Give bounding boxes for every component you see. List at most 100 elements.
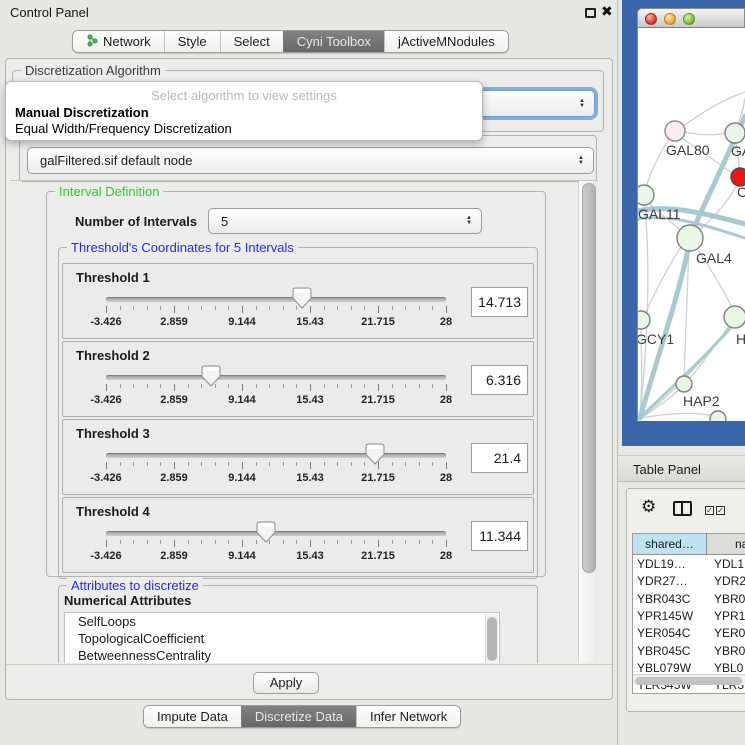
network-window-titlebar[interactable] bbox=[637, 8, 745, 28]
table-row[interactable]: YER054CYER0 bbox=[633, 625, 745, 642]
slider-tick bbox=[133, 384, 134, 388]
slider-tick-label: 21.715 bbox=[361, 394, 395, 406]
attribute-item[interactable]: SelfLoops bbox=[65, 613, 499, 630]
scrollbar-thumb[interactable] bbox=[487, 617, 497, 661]
table-data-combo[interactable]: galFiltered.sif default node ▲▼ bbox=[27, 147, 594, 174]
tab-discretize-data[interactable]: Discretize Data bbox=[241, 706, 356, 727]
threshold-value-field[interactable]: 11.344 bbox=[471, 521, 528, 551]
network-node[interactable] bbox=[676, 376, 692, 392]
close-icon[interactable]: ✖ bbox=[601, 3, 613, 20]
table-panel: ⚙ ✓ ✓ shared… na YDL19…YDL1YDR27…YDR2YBR… bbox=[626, 488, 745, 712]
table-row[interactable]: YBR045CYBR0 bbox=[633, 643, 745, 660]
threshold-slider[interactable]: -3.4262.8599.14415.4321.71528 bbox=[63, 420, 533, 494]
slider-handle[interactable] bbox=[256, 521, 276, 543]
tab-cyni-toolbox[interactable]: Cyni Toolbox bbox=[283, 31, 384, 52]
threshold-slider[interactable]: -3.4262.8599.14415.4321.71528 bbox=[63, 342, 533, 416]
slider-tick bbox=[324, 384, 325, 388]
slider-track[interactable] bbox=[106, 531, 446, 536]
slider-tick bbox=[446, 462, 447, 469]
table-hscrollbar[interactable] bbox=[633, 674, 745, 685]
num-intervals-combo[interactable]: 5 ▲▼ bbox=[208, 208, 482, 234]
network-node[interactable] bbox=[638, 311, 650, 329]
slider-tick bbox=[201, 462, 202, 466]
slider-tick bbox=[242, 306, 243, 313]
network-node[interactable] bbox=[677, 225, 703, 251]
slider-track[interactable] bbox=[106, 453, 446, 458]
slider-tick bbox=[283, 540, 284, 544]
threshold-slider[interactable]: -3.4262.8599.14415.4321.71528 bbox=[63, 498, 533, 572]
table-row[interactable]: YPR145WYPR1 bbox=[633, 608, 745, 625]
dropdown-option-manual[interactable]: Manual Discretization bbox=[15, 105, 149, 120]
gear-icon[interactable]: ⚙ bbox=[641, 497, 656, 517]
network-canvas[interactable]: GAL80GACGAL11GAL4GCY1HHAP2 bbox=[637, 28, 745, 421]
network-node[interactable] bbox=[724, 306, 745, 328]
float-window-icon[interactable] bbox=[585, 8, 596, 18]
slider-tick-label: 15.43 bbox=[296, 316, 324, 328]
cell-shared-name: YDL19… bbox=[637, 556, 686, 573]
network-node-label: GAL80 bbox=[666, 142, 710, 158]
dropdown-option-equal-width[interactable]: Equal Width/Frequency Discretization bbox=[15, 121, 232, 136]
slider-track[interactable] bbox=[106, 297, 446, 302]
network-node[interactable] bbox=[725, 123, 745, 143]
columns-icon[interactable] bbox=[673, 501, 692, 516]
threshold-value-field[interactable]: 6.316 bbox=[471, 365, 528, 395]
numerical-attributes-list[interactable]: SelfLoopsTopologicalCoefficientBetweenne… bbox=[64, 612, 500, 663]
checkbox-icon[interactable]: ✓ bbox=[716, 506, 725, 515]
attributes-scrollbar[interactable] bbox=[485, 614, 498, 663]
tab-jactivemnodules[interactable]: jActiveMNodules bbox=[384, 31, 508, 52]
threshold-value-field[interactable]: 14.713 bbox=[471, 287, 528, 317]
tab-select[interactable]: Select bbox=[220, 31, 283, 52]
column-header-name[interactable]: na bbox=[707, 534, 745, 555]
numerical-attributes-label: Numerical Attributes bbox=[64, 593, 191, 608]
checkbox-icon[interactable]: ✓ bbox=[705, 506, 714, 515]
scrollbar-thumb[interactable] bbox=[582, 183, 596, 573]
slider-tick bbox=[147, 540, 148, 544]
table-row[interactable]: YDL19… YDL1 bbox=[633, 556, 745, 573]
attribute-item[interactable]: BetweennessCentrality bbox=[65, 647, 499, 663]
slider-tick bbox=[256, 384, 257, 388]
slider-tick bbox=[324, 462, 325, 466]
tab-label: Style bbox=[178, 34, 207, 49]
slider-tick bbox=[446, 540, 447, 547]
slider-tick bbox=[283, 384, 284, 388]
slider-handle[interactable] bbox=[201, 365, 221, 387]
slider-tick bbox=[106, 306, 107, 313]
settings-scrollbar[interactable] bbox=[578, 181, 598, 663]
cell-name: YDL1 bbox=[714, 556, 744, 573]
slider-tick bbox=[419, 384, 420, 388]
traffic-light-green-icon[interactable] bbox=[683, 13, 695, 25]
slider-handle[interactable] bbox=[365, 443, 385, 465]
apply-button[interactable]: Apply bbox=[253, 672, 319, 694]
slider-tick bbox=[133, 462, 134, 466]
traffic-light-yellow-icon[interactable] bbox=[664, 13, 676, 25]
slider-tick-label: -3.426 bbox=[90, 472, 121, 484]
top-tab-bar: Network Style Select Cyni Toolbox jActiv… bbox=[72, 30, 509, 53]
table-row[interactable]: YBR043CYBR0 bbox=[633, 591, 745, 608]
slider-tick bbox=[256, 306, 257, 310]
slider-handle[interactable] bbox=[292, 287, 312, 309]
slider-tick bbox=[242, 462, 243, 469]
slider-tick-label: 28 bbox=[440, 472, 452, 484]
threshold-row: Threshold 4 -3.4262.8599.14415.4321.7152… bbox=[62, 497, 534, 573]
group-title: Interval Definition bbox=[55, 184, 163, 199]
tab-style[interactable]: Style bbox=[164, 31, 220, 52]
tab-infer-network[interactable]: Infer Network bbox=[356, 706, 460, 727]
tab-label: Impute Data bbox=[157, 709, 228, 724]
threshold-value-field[interactable]: 21.4 bbox=[471, 443, 528, 473]
network-edge bbox=[644, 244, 683, 316]
column-header-shared-name[interactable]: shared… bbox=[633, 534, 707, 555]
table-row[interactable]: YDR27…YDR2 bbox=[633, 573, 745, 590]
bottom-tab-bar: Impute Data Discretize Data Infer Networ… bbox=[143, 705, 461, 728]
network-node-label: GAL11 bbox=[638, 206, 681, 222]
slider-track[interactable] bbox=[106, 375, 446, 380]
attribute-item[interactable]: TopologicalCoefficient bbox=[65, 630, 499, 647]
traffic-light-red-icon[interactable] bbox=[645, 13, 657, 25]
network-node[interactable] bbox=[638, 185, 654, 205]
network-node[interactable] bbox=[665, 121, 685, 141]
tab-impute-data[interactable]: Impute Data bbox=[144, 706, 241, 727]
tab-network[interactable]: Network bbox=[73, 31, 164, 52]
control-panel-titlebar: Control Panel ✖ bbox=[0, 0, 617, 25]
scrollbar-thumb[interactable] bbox=[635, 677, 742, 685]
network-node[interactable] bbox=[710, 411, 726, 421]
threshold-slider[interactable]: -3.4262.8599.14415.4321.71528 bbox=[63, 264, 533, 338]
